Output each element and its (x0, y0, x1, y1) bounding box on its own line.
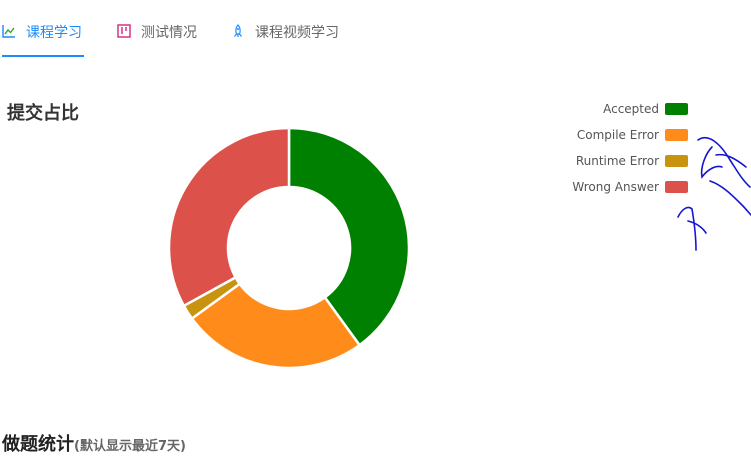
legend-label: Compile Error (576, 128, 659, 142)
legend-swatch (665, 129, 688, 141)
rocket-icon (234, 24, 242, 37)
tab-label: 课程视频学习 (255, 25, 339, 41)
tab-label: 测试情况 (141, 25, 197, 41)
board-icon (117, 24, 131, 38)
legend-swatch (665, 181, 688, 193)
legend-label: Accepted (603, 102, 659, 116)
bottom-title-text: 做题统计 (2, 434, 74, 455)
legend-item-compile-error[interactable]: Compile Error (577, 128, 688, 142)
tab-course-video[interactable]: 课程视频学习 (231, 22, 351, 58)
tab-test-status[interactable]: 测试情况 (117, 22, 207, 58)
tab-course-study[interactable]: 课程学习 (2, 22, 84, 58)
legend-item-accepted[interactable]: Accepted (603, 102, 688, 116)
active-tab-indicator (2, 55, 84, 57)
trend-line-icon (2, 25, 15, 38)
legend-swatch (665, 103, 688, 115)
bottom-title-note: (默认显示最近7天) (74, 439, 186, 454)
section-title: 提交占比 (7, 103, 79, 124)
bottom-section-title: 做题统计(默认显示最近7天) (2, 430, 186, 456)
legend-item-wrong-answer[interactable]: Wrong Answer (572, 180, 688, 194)
legend-label: Runtime Error (575, 154, 659, 168)
legend-swatch (665, 155, 688, 167)
submission-donut-chart (167, 126, 411, 370)
tab-bar: 课程学习 测试情况 课程视频学习 (0, 0, 751, 60)
legend-label: Wrong Answer (572, 180, 659, 194)
slice-wrong-answer[interactable] (167, 126, 291, 308)
legend-item-runtime-error[interactable]: Runtime Error (576, 154, 688, 168)
tab-label: 课程学习 (26, 25, 82, 41)
